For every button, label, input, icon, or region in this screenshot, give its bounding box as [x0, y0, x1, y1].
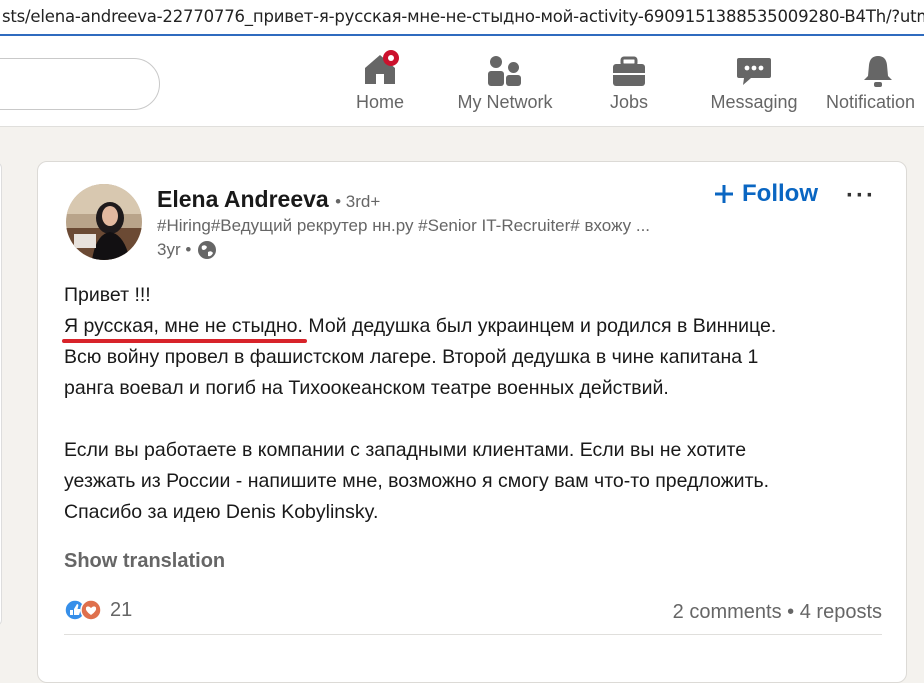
reposts-count[interactable]: 4 reposts: [800, 601, 882, 623]
follow-button[interactable]: Follow: [714, 180, 818, 208]
connection-degree: • 3rd+: [335, 192, 381, 211]
post-line: уезжать из России - напишите мне, возмож…: [64, 470, 770, 492]
post-line: Если вы работаете в компании с западными…: [64, 439, 747, 461]
avatar[interactable]: [66, 184, 142, 260]
reaction-icons: [64, 599, 102, 621]
nav-home[interactable]: Home: [350, 50, 410, 113]
nav-messaging-label: Messaging: [710, 92, 798, 112]
post-body: Привет !!! Я русская, мне не стыдно. Мой…: [64, 280, 894, 528]
search-input[interactable]: [0, 58, 160, 110]
author-name[interactable]: Elena Andreeva • 3rd+: [157, 186, 380, 213]
follow-label: Follow: [742, 180, 818, 207]
left-sidebar-edge: [0, 162, 2, 626]
people-icon: [488, 56, 521, 86]
reactions-summary[interactable]: 21: [64, 598, 132, 622]
author-name-text: Elena Andreeva: [157, 186, 329, 212]
nav-jobs[interactable]: Jobs: [599, 50, 659, 113]
social-counts: 2 comments • 4 reposts: [673, 601, 882, 624]
show-translation-link[interactable]: Show translation: [64, 550, 225, 573]
post-line-rest: Мой дедушка был украинцем и родился в Ви…: [302, 315, 777, 337]
bell-icon: [864, 56, 892, 87]
plus-icon: [715, 185, 733, 203]
nav-notifications-label: Notification: [826, 92, 916, 112]
post-line: Спасибо за идею Denis Kobylinsky.: [64, 501, 379, 523]
reactions-count: 21: [110, 598, 133, 621]
nav-jobs-label: Jobs: [609, 92, 649, 112]
underlined-phrase: Я русская, мне не стыдно.: [64, 315, 303, 337]
post-line: Я русская, мне не стыдно. Мой дедушка бы…: [64, 311, 894, 342]
chat-icon: [737, 58, 771, 85]
post-line: Привет !!!: [64, 284, 151, 306]
url-text: sts/elena-andreeva-22770776_привет-я-рус…: [2, 7, 924, 26]
nav-my-network[interactable]: My Network: [450, 50, 560, 113]
divider: [64, 634, 882, 635]
briefcase-icon: [613, 56, 645, 86]
top-navbar: Home My Network Jobs Messaging Notificat…: [0, 36, 924, 127]
browser-address-bar[interactable]: sts/elena-andreeva-22770776_привет-я-рус…: [0, 0, 924, 36]
post-meta: 3yr •: [157, 240, 217, 260]
avatar-photo: [66, 184, 142, 260]
post-line: Всю войну провел в фашистском лагере. Вт…: [64, 346, 759, 368]
nav-messaging[interactable]: Messaging: [706, 50, 802, 113]
comments-count[interactable]: 2 comments: [673, 601, 782, 623]
post-time: 3yr •: [157, 240, 192, 259]
more-options-button[interactable]: ···: [846, 182, 876, 210]
post-line: ранга воевал и погиб на Тихоокеанском те…: [64, 377, 669, 399]
post-card: Elena Andreeva • 3rd+ #Hiring#Ведущий ре…: [37, 161, 907, 683]
counts-separator: •: [781, 601, 800, 623]
nav-my-network-label: My Network: [457, 92, 553, 112]
nav-home-label: Home: [355, 92, 404, 112]
nav-notifications[interactable]: Notification: [826, 50, 924, 113]
home-icon: [365, 50, 399, 84]
author-headline: #Hiring#Ведущий рекрутер нн.ру #Senior I…: [157, 216, 651, 235]
globe-icon: [198, 241, 217, 259]
